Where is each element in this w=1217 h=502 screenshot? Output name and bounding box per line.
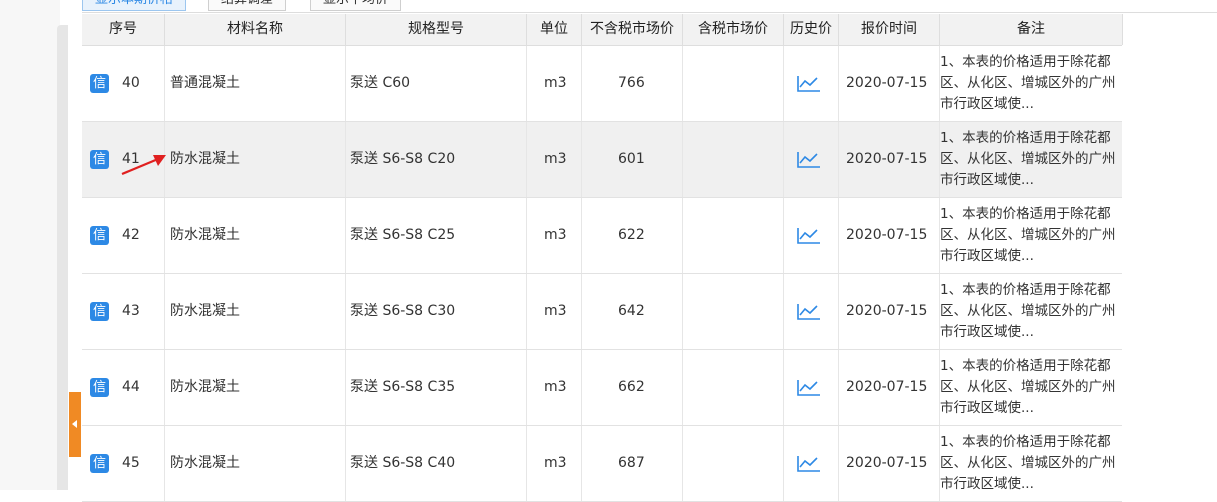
left-panel xyxy=(0,0,60,490)
cell-no: 信 40 xyxy=(82,46,165,121)
tab-current-price[interactable]: 显示本期价格 xyxy=(82,0,187,11)
table-row[interactable]: 信 41 防水混凝土 泵送 S6-S8 C20 m3 601 2020-07-1… xyxy=(82,122,1122,198)
red-arrow-annotation xyxy=(121,155,166,176)
quote-date: 2020-07-15 xyxy=(846,75,928,91)
price-ex-tax: 622 xyxy=(618,227,645,243)
unit: m3 xyxy=(544,379,567,395)
col-header-price-ex-tax[interactable]: 不含税市场价 xyxy=(582,14,683,45)
credit-badge[interactable]: 信 xyxy=(90,150,109,169)
line-chart-icon[interactable] xyxy=(796,301,822,321)
credit-badge[interactable]: 信 xyxy=(90,454,109,473)
row-number: 43 xyxy=(122,303,140,319)
cell-price-in-tax xyxy=(683,198,784,273)
unit: m3 xyxy=(544,75,567,91)
note-text: 1、本表的价格适用于除花都区、从化区、增城区外的广州市行政区域使... xyxy=(940,206,1116,264)
price-ex-tax: 766 xyxy=(618,75,645,91)
cell-price-in-tax xyxy=(683,122,784,197)
unit: m3 xyxy=(544,151,567,167)
unit: m3 xyxy=(544,227,567,243)
note-text: 1、本表的价格适用于除花都区、从化区、增城区外的广州市行政区域使... xyxy=(940,358,1116,416)
tab-settlement-adjust[interactable]: 结算调差 xyxy=(208,0,287,11)
material-name: 防水混凝土 xyxy=(170,227,240,243)
tab-average-price[interactable]: 显示平均价 xyxy=(310,0,402,11)
spec-model: 泵送 S6-S8 C20 xyxy=(350,151,456,167)
price-ex-tax: 662 xyxy=(618,379,645,395)
line-chart-icon[interactable] xyxy=(796,73,822,93)
view-tabs: 显示本期价格 结算调差 显示平均价 xyxy=(82,0,1217,13)
row-number: 42 xyxy=(122,227,140,243)
quote-date: 2020-07-15 xyxy=(846,303,928,319)
note-text: 1、本表的价格适用于除花都区、从化区、增城区外的广州市行政区域使... xyxy=(940,54,1116,112)
quote-date: 2020-07-15 xyxy=(846,227,928,243)
table-header: 序号 材料名称 规格型号 单位 不含税市场价 含税市场价 历史价 报价时间 备注 xyxy=(82,14,1123,46)
note-text: 1、本表的价格适用于除花都区、从化区、增城区外的广州市行政区域使... xyxy=(940,282,1116,340)
col-header-unit[interactable]: 单位 xyxy=(527,14,582,45)
table-row[interactable]: 信 42 防水混凝土 泵送 S6-S8 C25 m3 622 2020-07-1… xyxy=(82,198,1122,274)
col-header-no[interactable]: 序号 xyxy=(82,14,165,45)
quote-date: 2020-07-15 xyxy=(846,379,928,395)
table-row[interactable]: 信 43 防水混凝土 泵送 S6-S8 C30 m3 642 2020-07-1… xyxy=(82,274,1122,350)
table-row[interactable]: 信 44 防水混凝土 泵送 S6-S8 C35 m3 662 2020-07-1… xyxy=(82,350,1122,426)
line-chart-icon[interactable] xyxy=(796,225,822,245)
row-number: 44 xyxy=(122,379,140,395)
chevron-left-icon xyxy=(72,420,77,428)
spec-model: 泵送 S6-S8 C35 xyxy=(350,379,456,395)
cell-no: 信 43 xyxy=(82,274,165,349)
cell-price-in-tax xyxy=(683,274,784,349)
cell-price-in-tax xyxy=(683,350,784,425)
credit-badge[interactable]: 信 xyxy=(90,226,109,245)
spec-model: 泵送 C60 xyxy=(350,75,411,91)
spec-model: 泵送 S6-S8 C30 xyxy=(350,303,456,319)
col-header-date[interactable]: 报价时间 xyxy=(839,14,940,45)
left-scroll-strip xyxy=(57,25,68,490)
row-number: 40 xyxy=(122,75,140,91)
line-chart-icon[interactable] xyxy=(796,453,822,473)
cell-no: 信 42 xyxy=(82,198,165,273)
cell-no: 信 44 xyxy=(82,350,165,425)
table-row[interactable]: 信 40 普通混凝土 泵送 C60 m3 766 2020-07-15 1、本表… xyxy=(82,46,1122,122)
credit-badge[interactable]: 信 xyxy=(90,378,109,397)
material-name: 防水混凝土 xyxy=(170,379,240,395)
price-ex-tax: 642 xyxy=(618,303,645,319)
price-ex-tax: 601 xyxy=(618,151,645,167)
table-row[interactable]: 信 45 防水混凝土 泵送 S6-S8 C40 m3 687 2020-07-1… xyxy=(82,426,1122,502)
col-header-note[interactable]: 备注 xyxy=(940,14,1123,45)
line-chart-icon[interactable] xyxy=(796,149,822,169)
material-name: 普通混凝土 xyxy=(170,75,240,91)
quote-date: 2020-07-15 xyxy=(846,151,928,167)
cell-price-in-tax xyxy=(683,46,784,121)
col-header-price-in-tax[interactable]: 含税市场价 xyxy=(683,14,784,45)
material-name: 防水混凝土 xyxy=(170,303,240,319)
credit-badge[interactable]: 信 xyxy=(90,302,109,321)
collapse-panel-button[interactable] xyxy=(69,392,81,457)
col-header-spec[interactable]: 规格型号 xyxy=(346,14,527,45)
spec-model: 泵送 S6-S8 C25 xyxy=(350,227,456,243)
col-header-name[interactable]: 材料名称 xyxy=(165,14,346,45)
material-name: 防水混凝土 xyxy=(170,151,240,167)
credit-badge[interactable]: 信 xyxy=(90,74,109,93)
note-text: 1、本表的价格适用于除花都区、从化区、增城区外的广州市行政区域使... xyxy=(940,434,1116,492)
unit: m3 xyxy=(544,303,567,319)
line-chart-icon[interactable] xyxy=(796,377,822,397)
col-header-history[interactable]: 历史价 xyxy=(784,14,839,45)
note-text: 1、本表的价格适用于除花都区、从化区、增城区外的广州市行政区域使... xyxy=(940,130,1116,188)
